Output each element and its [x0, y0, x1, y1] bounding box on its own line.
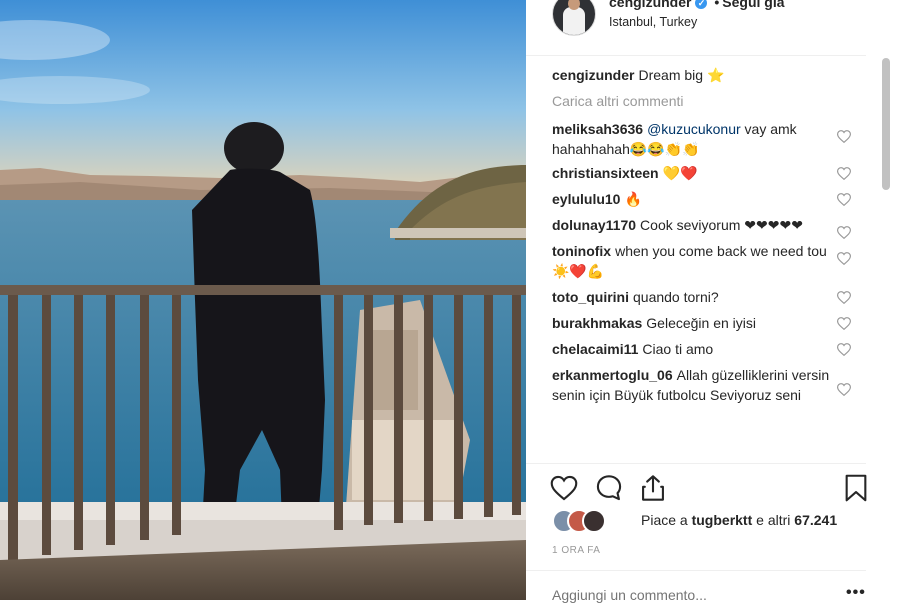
comment-text: 💛❤️: [662, 165, 698, 181]
add-comment-input[interactable]: [552, 587, 822, 603]
likes-middle: e altri: [752, 512, 795, 528]
load-more-comments-button[interactable]: Carica altri commenti: [552, 93, 882, 109]
share-icon[interactable]: [639, 474, 667, 502]
comment-item: erkanmertoglu_06 Allah güzelliklerini ver…: [552, 365, 882, 405]
post-photo[interactable]: [0, 0, 526, 600]
comment-like-heart-icon[interactable]: [837, 317, 851, 330]
author-avatar[interactable]: [552, 0, 596, 36]
comment-item: chelacaimi11 Ciao ti amo: [552, 339, 882, 359]
heart-outline-icon[interactable]: [550, 474, 578, 502]
more-options-icon[interactable]: •••: [846, 584, 866, 602]
add-comment-bar: •••: [526, 570, 866, 603]
liker-avatar: [582, 509, 606, 533]
post-header: cengizunder ✓ • Seguì già Istanbul, Turkey: [526, 0, 866, 56]
comment-item: toninofix when you come back we need tou …: [552, 241, 882, 281]
comment-username[interactable]: chelacaimi11: [552, 341, 638, 357]
comment-like-heart-icon[interactable]: [837, 252, 851, 265]
comment-username[interactable]: meliksah3636: [552, 121, 643, 137]
comment-text: Geleceğin en iyisi: [646, 315, 757, 331]
comment-username[interactable]: toninofix: [552, 243, 611, 259]
comment-like-heart-icon[interactable]: [837, 193, 851, 206]
comment-item: meliksah3636 @kuzucukonur vay amk hahahha…: [552, 119, 882, 159]
comments-scrollbar[interactable]: [882, 58, 890, 190]
author-line: cengizunder ✓ • Seguì già: [609, 0, 785, 10]
comment-username[interactable]: toto_quirini: [552, 289, 629, 305]
comment-like-heart-icon[interactable]: [837, 226, 851, 239]
comment-like-heart-icon[interactable]: [837, 167, 851, 180]
comment-text: 🔥: [624, 191, 642, 207]
bookmark-icon[interactable]: [842, 474, 870, 502]
author-username[interactable]: cengizunder: [609, 0, 691, 10]
comment-bubble-icon[interactable]: [595, 474, 623, 502]
comment-item: burakhmakas Geleceğin en iyisi: [552, 313, 882, 333]
comment-like-heart-icon[interactable]: [837, 130, 851, 143]
location-link[interactable]: Istanbul, Turkey: [609, 15, 697, 29]
likes-text[interactable]: Piace a tugberktt e altri 67.241: [641, 512, 837, 528]
likes-count[interactable]: 67.241: [794, 512, 837, 528]
comment-item: eylululu10 🔥: [552, 189, 882, 209]
comment-like-heart-icon[interactable]: [837, 291, 851, 304]
verified-badge-icon: ✓: [695, 0, 708, 9]
post-sidebar: cengizunder ✓ • Seguì già Istanbul, Turkey…: [526, 0, 900, 603]
comment-item: toto_quirini quando torni?: [552, 287, 882, 307]
comment-text: Ciao ti amo: [642, 341, 714, 357]
comment-username[interactable]: erkanmertoglu_06: [552, 367, 673, 383]
comment-username[interactable]: eylululu10: [552, 191, 620, 207]
comment-username[interactable]: burakhmakas: [552, 315, 642, 331]
liker-username[interactable]: tugberktt: [692, 512, 753, 528]
likes-prefix: Piace a: [641, 512, 692, 528]
comment-like-heart-icon[interactable]: [837, 343, 851, 356]
comment-username[interactable]: dolunay1170: [552, 217, 636, 233]
comment-text: quando torni?: [633, 289, 719, 305]
comment-item: dolunay1170 Cook seviyorum ❤❤❤❤❤: [552, 215, 882, 239]
separator-dot: •: [714, 0, 720, 10]
comments-list: cengizunder Dream big ⭐ Carica altri comm…: [552, 66, 882, 405]
post-photo-image: [0, 0, 526, 600]
post-timestamp: 1 ORA FA: [552, 545, 601, 556]
comment-item: christiansixteen 💛❤️: [552, 163, 882, 183]
caption-username[interactable]: cengizunder: [552, 67, 634, 83]
follow-button[interactable]: Seguì già: [722, 0, 784, 10]
comment-mention[interactable]: @kuzucukonur: [647, 121, 741, 137]
comment-username[interactable]: christiansixteen: [552, 165, 659, 181]
comment-text: Cook seviyorum ❤❤❤❤❤: [640, 217, 803, 233]
post-caption: cengizunder Dream big ⭐: [552, 66, 882, 84]
caption-text: Dream big ⭐: [638, 67, 725, 83]
comment-like-heart-icon[interactable]: [837, 383, 851, 396]
